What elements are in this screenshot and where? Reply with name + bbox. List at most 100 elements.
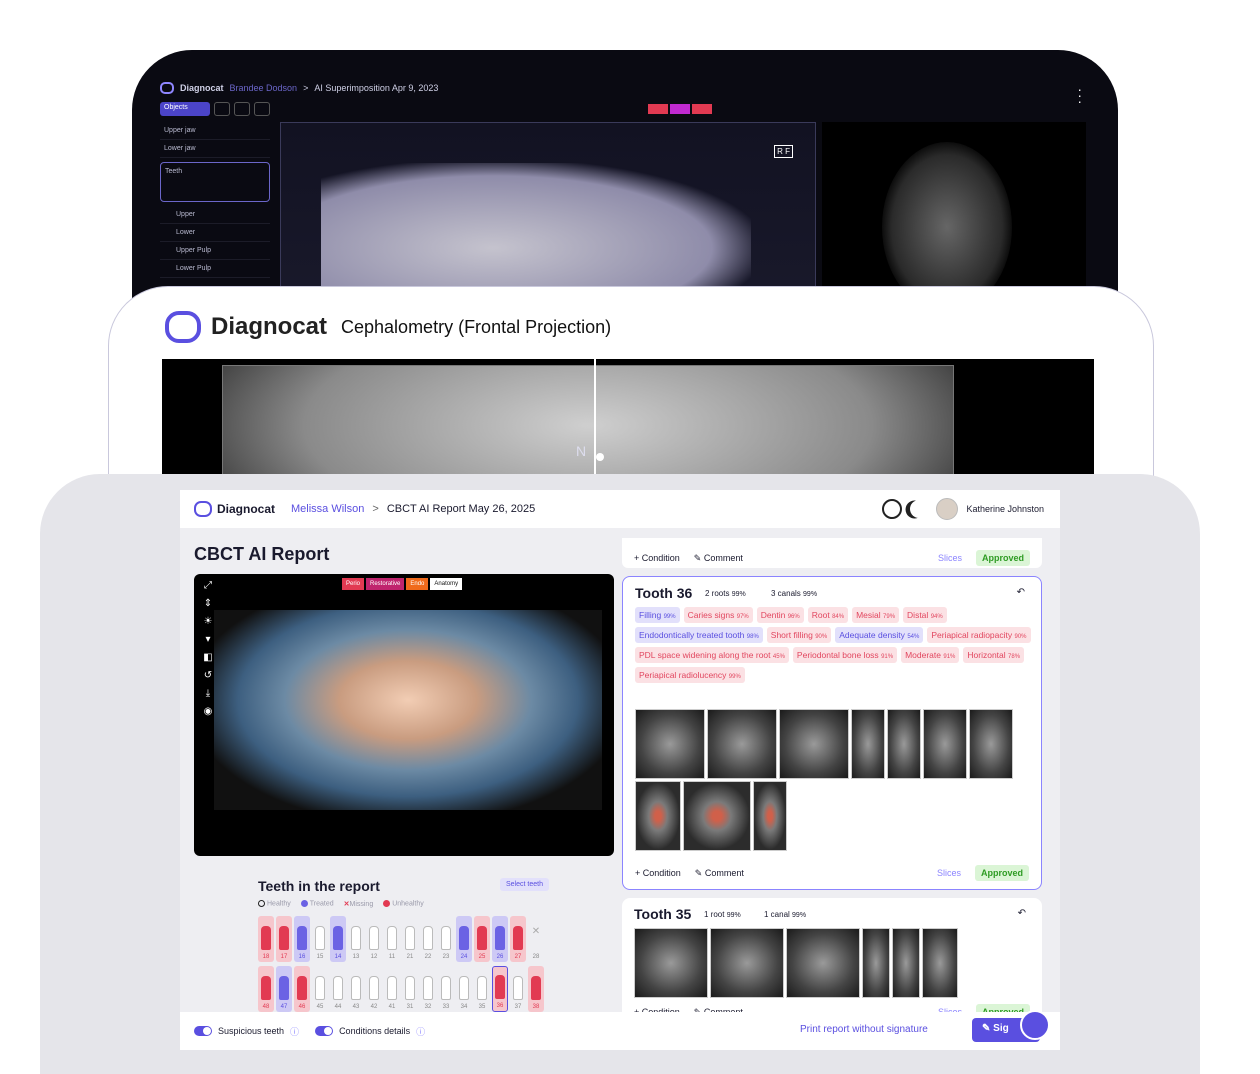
condition-tag[interactable]: Caries signs 97% (683, 607, 753, 623)
tooth-chart-item[interactable]: 12 (366, 916, 382, 962)
slice-thumbnail[interactable] (969, 709, 1013, 779)
layer-teeth[interactable]: Teeth (160, 162, 270, 202)
tooth-chart-item[interactable]: 25 (474, 916, 490, 962)
chat-icon[interactable] (1020, 1010, 1050, 1040)
user-name[interactable]: Katherine Johnston (966, 504, 1044, 514)
tooth-chart-item[interactable]: 32 (420, 966, 436, 1012)
select-teeth-button[interactable]: Select teeth (500, 878, 549, 891)
slice-thumbnail[interactable] (635, 709, 705, 779)
layer-upper[interactable]: Upper (160, 206, 270, 224)
slice-thumbnail[interactable] (786, 928, 860, 998)
info-icon[interactable]: ⓘ (416, 1025, 425, 1038)
tooth-chart-item[interactable]: 37 (510, 966, 526, 1012)
expand-icon[interactable]: ⤢ (200, 580, 216, 594)
tooth-chart-item[interactable]: 23 (438, 916, 454, 962)
info-icon[interactable]: ⓘ (290, 1025, 299, 1038)
tooth-chart-item[interactable]: 41 (384, 966, 400, 1012)
tooth-chart-item[interactable]: 42 (366, 966, 382, 1012)
layer-upper-jaw[interactable]: Upper jaw (160, 122, 270, 140)
slice-thumbnail[interactable] (779, 709, 849, 779)
condition-tag[interactable]: Adequate density 54% (835, 627, 924, 643)
condition-tag[interactable]: Periapical radiopacity 90% (927, 627, 1031, 643)
more-menu-icon[interactable]: · · · (1077, 82, 1082, 108)
slice-thumbnail[interactable] (707, 709, 777, 779)
tooth-chart-item[interactable]: 21 (402, 916, 418, 962)
tooth-chart-item[interactable]: 26 (492, 916, 508, 962)
slice-thumbnail[interactable] (892, 928, 920, 998)
dev1-patient-link[interactable]: Brandee Dodson (230, 83, 298, 93)
comment-button[interactable]: ✎ Comment (695, 868, 744, 879)
condition-tag[interactable]: Mesial 79% (852, 607, 900, 623)
tooth-chart-item[interactable]: 16 (294, 916, 310, 962)
tooth-chart-item[interactable]: ✕ 28 (528, 916, 544, 962)
avatar[interactable] (936, 498, 959, 520)
suspicious-teeth-toggle[interactable] (194, 1026, 212, 1036)
condition-tag[interactable]: Periodontal bone loss 91% (792, 647, 898, 663)
layer-lower-jaw[interactable]: Lower jaw (160, 140, 270, 158)
tab-endo[interactable]: Endo (406, 578, 429, 590)
condition-tag[interactable]: Short filling 90% (766, 627, 832, 643)
split-view-icon[interactable] (214, 102, 230, 116)
slice-thumbnail[interactable] (862, 928, 890, 998)
conditions-details-toggle[interactable] (315, 1026, 334, 1036)
tooth-chart-item[interactable]: 35 (474, 966, 490, 1012)
condition-tag[interactable]: Moderate 91% (901, 647, 960, 663)
undo-icon[interactable]: ↶ (1017, 587, 1025, 598)
slice-thumbnail[interactable] (887, 709, 921, 779)
moon-icon[interactable] (908, 497, 931, 520)
tooth-chart-item[interactable]: 13 (348, 916, 364, 962)
slice-thumbnail[interactable] (922, 928, 958, 998)
approved-badge[interactable]: Approved (975, 550, 1030, 566)
approved-badge[interactable]: Approved (974, 865, 1029, 881)
condition-tag[interactable]: Root 84% (807, 607, 849, 623)
tooth-chart-item[interactable]: 44 (330, 966, 346, 1012)
tooth-chart-item[interactable]: 47 (276, 966, 292, 1012)
tooth-chart-item[interactable]: 46 (294, 966, 310, 1012)
tab-perio[interactable]: Perio (342, 578, 365, 590)
tooth-chart-item[interactable]: 11 (384, 916, 400, 962)
print-without-signature-link[interactable]: Print report without signature (800, 1024, 928, 1035)
undo-icon[interactable]: ↶ (1018, 908, 1026, 919)
tooth-chart-item[interactable]: 48 (258, 966, 274, 1012)
tab-restorative[interactable]: Restorative (366, 578, 405, 590)
tab-anatomy[interactable]: Anatomy (430, 578, 463, 590)
brightness-icon[interactable] (254, 102, 270, 116)
slice-thumbnail[interactable] (710, 928, 784, 998)
tooth-chart-item[interactable]: 22 (420, 916, 436, 962)
condition-tag[interactable]: Horizontal 78% (963, 647, 1025, 663)
tooth-chart-item[interactable]: 36 (492, 966, 508, 1012)
tooth-chart-item[interactable]: 27 (510, 916, 526, 962)
add-condition-button[interactable]: + Condition (634, 553, 680, 563)
patient-link[interactable]: Melissa Wilson (291, 503, 364, 515)
tooth-chart-item[interactable]: 45 (312, 966, 328, 1012)
tooth-chart-item[interactable]: 33 (438, 966, 454, 1012)
condition-tag[interactable]: Dentin 96% (756, 607, 804, 623)
ruler-icon[interactable] (234, 102, 250, 116)
tooth-chart-item[interactable]: 38 (528, 966, 544, 1012)
condition-tag[interactable]: Filling 99% (635, 607, 680, 623)
condition-tag[interactable]: PDL space widening along the root 45% (635, 647, 789, 663)
slice-thumbnail[interactable] (851, 709, 885, 779)
panoramic-viewer[interactable]: ⤢ ⇕ ☀ ▾ ◧ ↺ ⤓ ◉ Perio Restorative Endo A… (194, 574, 614, 856)
slice-thumbnail[interactable] (923, 709, 967, 779)
layer-lower-pulp[interactable]: Lower Pulp (160, 260, 270, 278)
objects-tab[interactable]: Objects (160, 102, 210, 116)
tooth-chart-item[interactable]: 24 (456, 916, 472, 962)
condition-tag[interactable]: Distal 94% (903, 607, 947, 623)
slice-thumbnail[interactable] (753, 781, 787, 851)
slice-thumbnail[interactable] (634, 928, 708, 998)
landmark-point[interactable] (596, 453, 604, 461)
slice-thumbnail[interactable] (635, 781, 681, 851)
add-condition-button[interactable]: + Condition (635, 868, 681, 878)
condition-tag[interactable]: Endodontically treated tooth 98% (635, 627, 763, 643)
tooth-chart-item[interactable]: 14 (330, 916, 346, 962)
slices-link[interactable]: Slices (937, 868, 961, 878)
tooth-chart-item[interactable]: 31 (402, 966, 418, 1012)
globe-icon[interactable] (882, 499, 903, 519)
tooth-chart-item[interactable]: 34 (456, 966, 472, 1012)
slices-link[interactable]: Slices (938, 553, 962, 563)
tooth-chart-item[interactable]: 17 (276, 916, 292, 962)
layer-upper-pulp[interactable]: Upper Pulp (160, 242, 270, 260)
comment-button[interactable]: ✎ Comment (694, 553, 743, 564)
slice-thumbnail[interactable] (683, 781, 751, 851)
